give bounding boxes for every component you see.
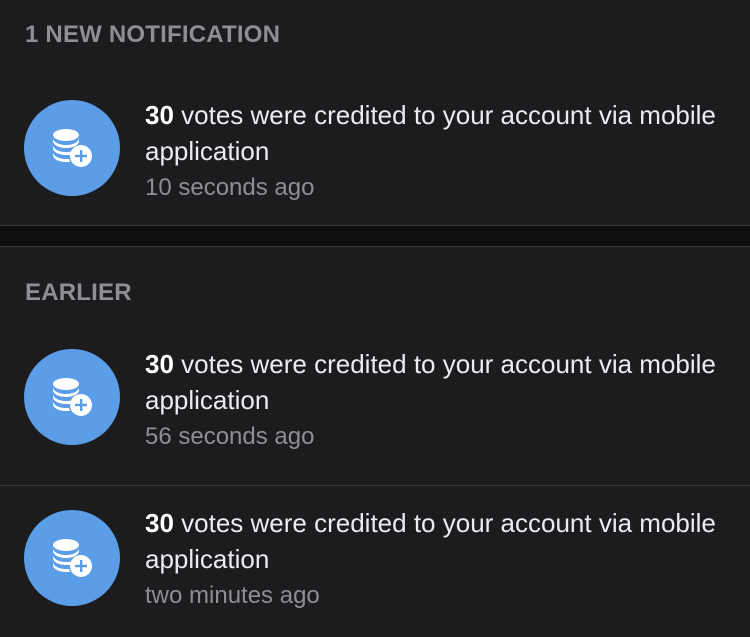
- section-header-earlier: EARLIER: [25, 279, 132, 306]
- coins-plus-icon: [46, 126, 98, 170]
- vote-count: 30: [145, 508, 174, 538]
- section-new: 1 NEW NOTIFICATION 30 votes were credite…: [0, 0, 750, 225]
- notification-time: two minutes ago: [145, 582, 320, 609]
- notification-item[interactable]: 30 votes were credited to your account v…: [0, 335, 750, 485]
- notification-message: 30 votes were credited to your account v…: [145, 505, 745, 577]
- notification-avatar: [24, 100, 120, 196]
- coins-plus-icon: [46, 375, 98, 419]
- notification-item[interactable]: 30 votes were credited to your account v…: [0, 68, 750, 225]
- coins-plus-icon: [46, 536, 98, 580]
- notification-message: 30 votes were credited to your account v…: [145, 97, 745, 169]
- notification-avatar: [24, 349, 120, 445]
- message-text: votes were credited to your account via …: [145, 100, 716, 166]
- vote-count: 30: [145, 349, 174, 379]
- section-gap: [0, 226, 750, 246]
- notification-time: 56 seconds ago: [145, 423, 315, 450]
- message-text: votes were credited to your account via …: [145, 508, 716, 574]
- vote-count: 30: [145, 100, 174, 130]
- message-text: votes were credited to your account via …: [145, 349, 716, 415]
- notification-item[interactable]: 30 votes were credited to your account v…: [0, 486, 750, 636]
- section-header-new: 1 NEW NOTIFICATION: [25, 21, 281, 48]
- section-earlier: EARLIER 30 votes were credited to your a…: [0, 247, 750, 636]
- notification-message: 30 votes were credited to your account v…: [145, 346, 745, 418]
- notification-time: 10 seconds ago: [145, 174, 315, 201]
- notification-avatar: [24, 510, 120, 606]
